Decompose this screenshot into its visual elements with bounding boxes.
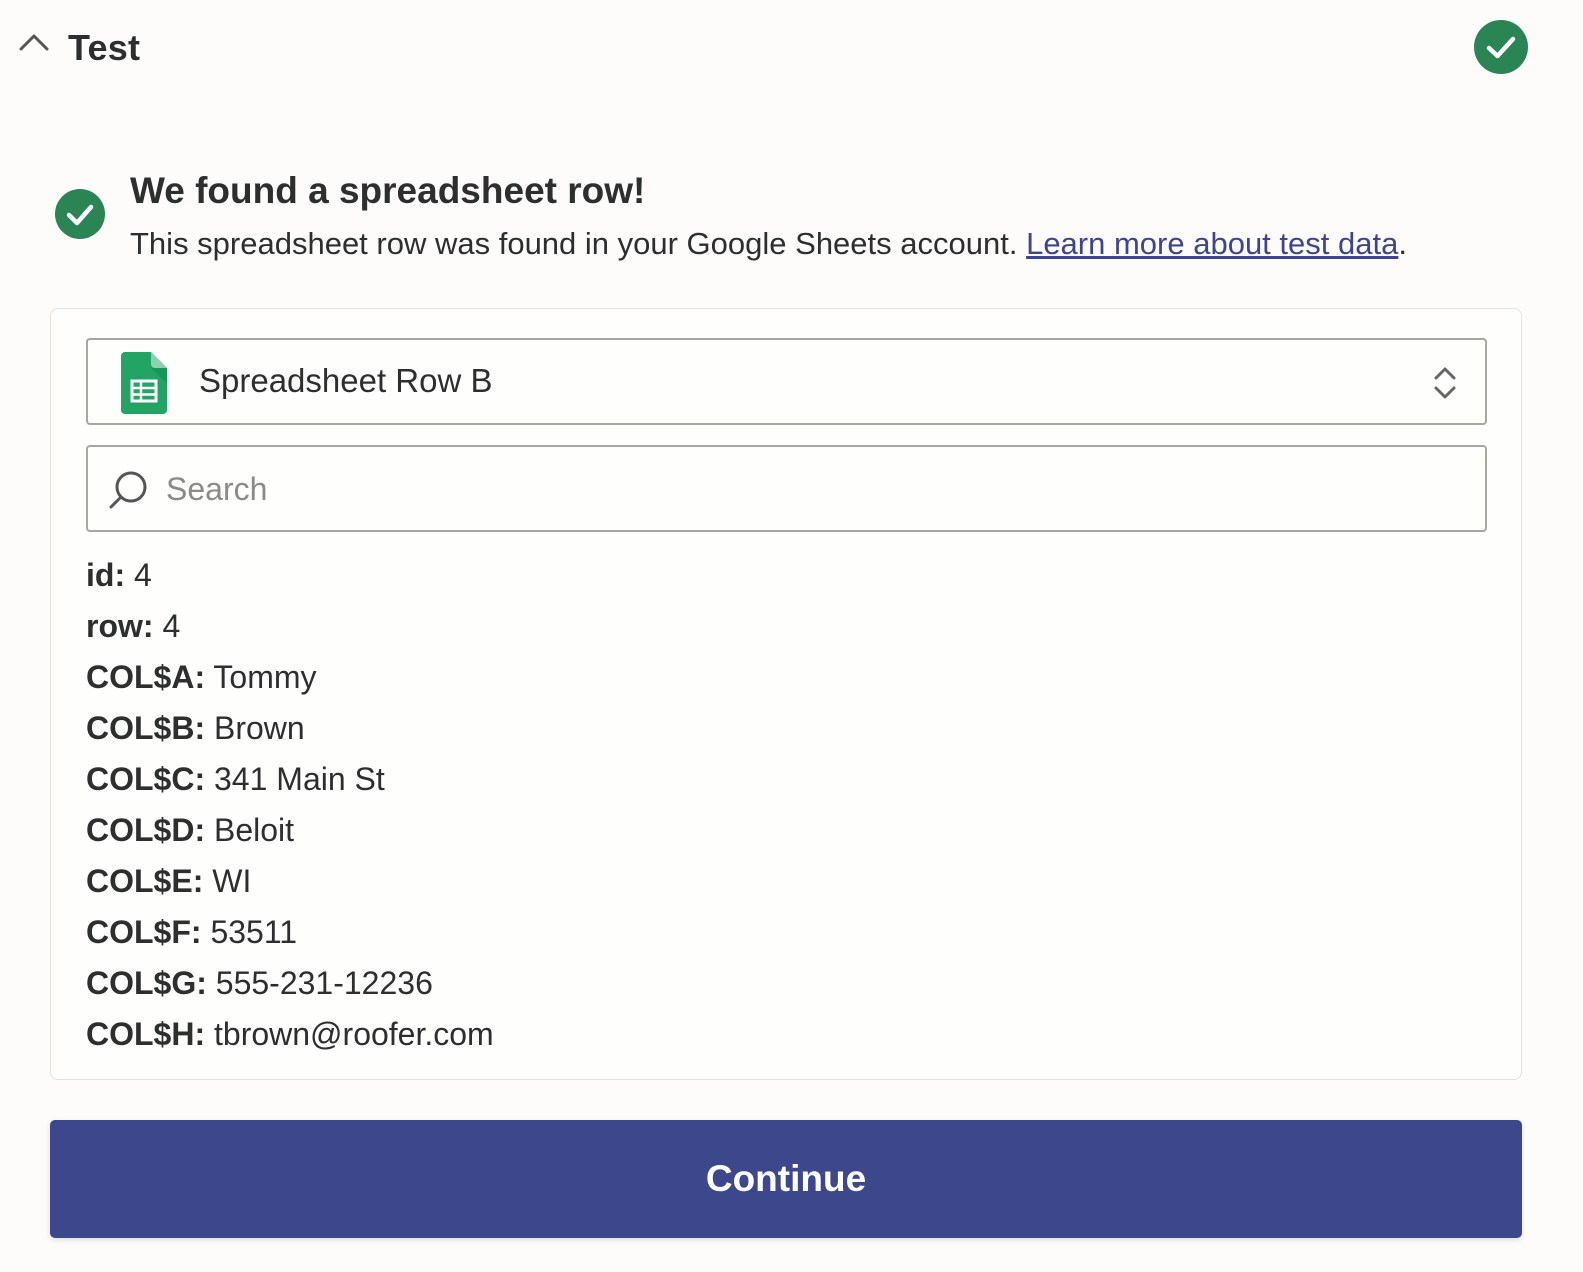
search-field (86, 445, 1487, 532)
success-description-trailing: . (1398, 226, 1407, 261)
record-selector[interactable]: Spreadsheet Row B (86, 338, 1487, 425)
success-description: This spreadsheet row was found in your G… (130, 226, 1407, 262)
field-row: COL$G: 555-231-12236 (86, 963, 1466, 1014)
success-check-icon (54, 188, 106, 240)
chevron-up-down-icon (1431, 364, 1459, 402)
field-row: row: 4 (86, 606, 1466, 657)
field-key: COL$D: (86, 812, 206, 848)
field-value: Tommy (213, 659, 317, 695)
field-key: id: (86, 557, 126, 593)
step-title: Test (68, 27, 141, 68)
test-result-card: Spreadsheet Row B id: 4 row: 4 COL$A: To… (50, 308, 1522, 1080)
field-key: COL$B: (86, 710, 206, 746)
success-title: We found a spreadsheet row! (130, 170, 646, 211)
test-step-panel: Test We found a spreadsheet row! This sp… (0, 0, 1583, 1272)
field-value: Beloit (214, 812, 295, 848)
field-key: COL$H: (86, 1016, 206, 1052)
field-value: 53511 (210, 914, 298, 950)
field-value: 4 (162, 608, 181, 644)
field-row: COL$H: tbrown@roofer.com (86, 1014, 1466, 1065)
field-row: COL$D: Beloit (86, 810, 1466, 861)
check-circle-icon (1473, 19, 1529, 75)
field-value: 341 Main St (214, 761, 385, 797)
google-sheets-icon (121, 352, 167, 414)
search-icon (108, 469, 150, 511)
field-row: COL$E: WI (86, 861, 1466, 912)
field-value: tbrown@roofer.com (214, 1016, 494, 1052)
learn-more-link[interactable]: Learn more about test data (1026, 226, 1398, 261)
continue-button[interactable]: Continue (50, 1120, 1522, 1238)
success-description-text: This spreadsheet row was found in your G… (130, 226, 1027, 261)
success-message: We found a spreadsheet row! This spreads… (54, 168, 1554, 278)
field-value: 555-231-12236 (215, 965, 433, 1001)
selected-record-label: Spreadsheet Row B (199, 362, 493, 399)
field-key: row: (86, 608, 154, 644)
field-row: id: 4 (86, 555, 1466, 606)
record-fields: id: 4 row: 4 COL$A: Tommy COL$B: Brown C… (86, 555, 1466, 1065)
field-value: 4 (133, 557, 152, 593)
field-row: COL$A: Tommy (86, 657, 1466, 708)
search-input[interactable] (166, 461, 1456, 517)
field-key: COL$E: (86, 863, 204, 899)
step-header: Test (0, 0, 1583, 96)
field-value: Brown (214, 710, 305, 746)
field-row: COL$F: 53511 (86, 912, 1466, 963)
field-row: COL$B: Brown (86, 708, 1466, 759)
field-row: COL$C: 341 Main St (86, 759, 1466, 810)
field-key: COL$F: (86, 914, 202, 950)
field-key: COL$C: (86, 761, 206, 797)
chevron-up-icon[interactable] (18, 30, 50, 54)
field-key: COL$G: (86, 965, 207, 1001)
field-key: COL$A: (86, 659, 206, 695)
field-value: WI (212, 863, 252, 899)
